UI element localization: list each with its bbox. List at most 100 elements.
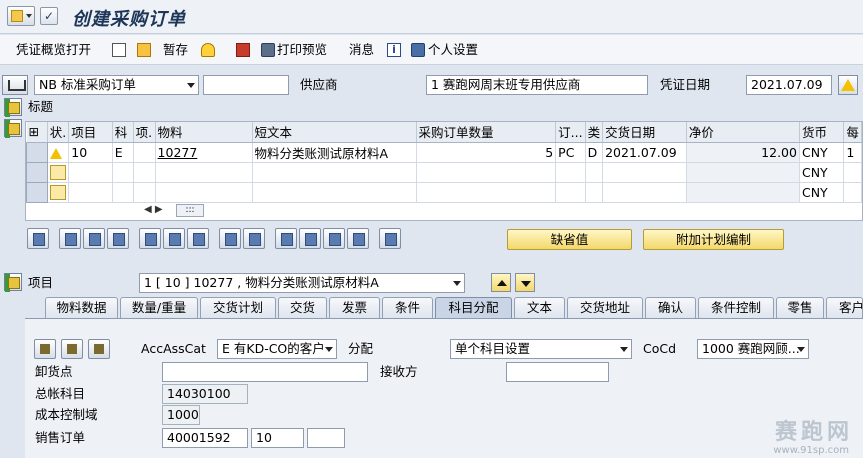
col-currency[interactable]: 货币 — [799, 122, 845, 143]
voucher-overview-button[interactable]: 凭证概览打开 — [16, 42, 91, 58]
personal-settings-icon[interactable] — [411, 43, 425, 57]
tab-customer[interactable]: 客户 — [826, 297, 863, 318]
per-cell[interactable]: 1 — [843, 142, 862, 163]
edit-pencil-icon[interactable] — [61, 339, 83, 359]
layout-button[interactable] — [347, 228, 369, 249]
tab-condition-control[interactable]: 条件控制 — [698, 297, 774, 318]
cart-icon[interactable] — [2, 75, 28, 95]
sales-order-schedule-input[interactable] — [307, 428, 345, 448]
other-document-icon[interactable] — [137, 43, 151, 57]
qty-cell[interactable]: 5 — [416, 142, 557, 163]
tab-quantity-weight[interactable]: 数量/重量 — [120, 297, 198, 318]
tab-text[interactable]: 文本 — [514, 297, 565, 318]
hold-button[interactable]: 暂存 — [163, 42, 188, 58]
distribution-select[interactable]: 单个科目设置 — [450, 339, 632, 359]
default-values-button[interactable]: 缺省值 — [507, 229, 632, 250]
print-preview-icon[interactable] — [261, 43, 275, 57]
vendor-input[interactable]: 1 赛跑网周末班专用供应商 — [426, 75, 648, 95]
messages-book-icon[interactable] — [236, 43, 250, 57]
settings-button[interactable] — [243, 228, 265, 249]
info-icon[interactable]: i — [387, 43, 401, 57]
sales-order-input[interactable]: 40001592 — [162, 428, 248, 448]
sales-order-item-input[interactable]: 10 — [251, 428, 304, 448]
unit-cell[interactable]: PC — [555, 142, 586, 163]
table-row[interactable]: CNY — [26, 161, 862, 183]
header-expand-icon[interactable] — [4, 98, 22, 117]
delivery-date-cell[interactable]: 2021.07.09 — [602, 142, 687, 163]
recipient-input[interactable] — [506, 362, 609, 382]
col-per[interactable]: 每 — [843, 122, 862, 143]
item-cat-cell[interactable] — [133, 142, 156, 163]
col-acct[interactable]: 科 — [112, 122, 134, 143]
col-unit[interactable]: 订... — [555, 122, 586, 143]
col-cat[interactable]: 类 — [585, 122, 604, 143]
col-short-text[interactable]: 短文本 — [252, 122, 417, 143]
tab-delivery[interactable]: 交货 — [278, 297, 327, 318]
delete-row-button[interactable] — [139, 228, 161, 249]
key-icon[interactable] — [201, 43, 215, 57]
new-document-icon[interactable] — [112, 43, 126, 57]
details-button[interactable] — [27, 228, 49, 249]
tab-conditions[interactable]: 条件 — [382, 297, 433, 318]
filter-settings-button[interactable] — [323, 228, 345, 249]
currency-cell[interactable]: CNY — [799, 162, 845, 183]
row-selector[interactable] — [26, 161, 48, 183]
item-select[interactable]: 1 [ 10 ] 10277 , 物料分类账测试原材料A — [139, 273, 465, 293]
col-net-price[interactable]: 净价 — [686, 122, 800, 143]
table-row[interactable]: 10 E 10277 物料分类账测试原材料A 5 PC D 2021.07.09… — [26, 141, 862, 163]
insert-row-button[interactable] — [107, 228, 129, 249]
doc-date-input[interactable]: 2021.07.09 — [746, 75, 832, 95]
layout-save-button[interactable] — [379, 228, 401, 249]
copy-button[interactable] — [219, 228, 241, 249]
filter-button[interactable] — [299, 228, 321, 249]
acct-cell[interactable]: E — [112, 142, 134, 163]
material-cell[interactable]: 10277 — [155, 142, 253, 163]
row-selector[interactable] — [26, 141, 48, 163]
copy-row-button[interactable] — [59, 228, 81, 249]
paste-row-button[interactable] — [83, 228, 105, 249]
short-text-cell[interactable]: 物料分类账测试原材料A — [252, 142, 417, 163]
col-status[interactable]: 状. — [47, 122, 70, 143]
cat-cell[interactable]: D — [585, 142, 604, 163]
next-item-button[interactable] — [515, 273, 535, 292]
col-qty[interactable]: 采购订单数量 — [416, 122, 557, 143]
previous-item-button[interactable] — [491, 273, 511, 292]
horizontal-scrollbar[interactable]: ::: — [176, 204, 204, 217]
select-all-icon[interactable]: ⊞ — [26, 122, 48, 143]
personal-settings-button[interactable]: 个人设置 — [428, 42, 478, 58]
currency-cell[interactable]: CNY — [799, 142, 845, 163]
coco-select[interactable]: 1000 赛跑网顾... — [697, 339, 809, 359]
tab-delivery-schedule[interactable]: 交货计划 — [200, 297, 276, 318]
table-row[interactable]: CNY — [26, 181, 862, 203]
col-item-cat[interactable]: 项. — [133, 122, 156, 143]
tab-confirmation[interactable]: 确认 — [645, 297, 696, 318]
additional-planning-button[interactable]: 附加计划编制 — [643, 229, 784, 250]
items-expand-icon[interactable] — [4, 119, 22, 138]
unlock-button[interactable] — [187, 228, 209, 249]
scroll-left-right-icon[interactable]: ◀ ▶ — [144, 204, 163, 215]
order-type-select[interactable]: NB 标准采购订单 — [34, 75, 199, 95]
tab-invoice[interactable]: 发票 — [329, 297, 380, 318]
col-material[interactable]: 物料 — [155, 122, 253, 143]
sort-button[interactable] — [275, 228, 297, 249]
currency-cell[interactable]: CNY — [799, 182, 845, 203]
item-detail-expand-icon[interactable] — [4, 273, 22, 292]
delete-assignment-icon[interactable] — [88, 339, 110, 359]
tab-account-assignment[interactable]: 科目分配 — [435, 297, 512, 318]
item-cell[interactable]: 10 — [68, 142, 113, 163]
col-item[interactable]: 项目 — [68, 122, 113, 143]
net-price-cell[interactable]: 12.00 — [686, 142, 800, 163]
messages-button[interactable]: 消息 — [349, 42, 374, 58]
warning-icon[interactable] — [838, 75, 858, 95]
multiple-account-icon[interactable] — [34, 339, 56, 359]
tab-delivery-address[interactable]: 交货地址 — [567, 297, 643, 318]
lock-button[interactable] — [163, 228, 185, 249]
acc-ass-cat-select[interactable]: E 有KD-CO的客户 — [217, 339, 337, 359]
col-delivery-date[interactable]: 交货日期 — [602, 122, 687, 143]
unloading-point-input[interactable] — [162, 362, 368, 382]
print-preview-button[interactable]: 打印预览 — [277, 42, 327, 58]
check-icon[interactable]: ✓ — [40, 7, 58, 25]
tab-retail[interactable]: 零售 — [776, 297, 824, 318]
system-menu-icon[interactable] — [7, 6, 35, 26]
tab-material-data[interactable]: 物料数据 — [45, 297, 118, 318]
